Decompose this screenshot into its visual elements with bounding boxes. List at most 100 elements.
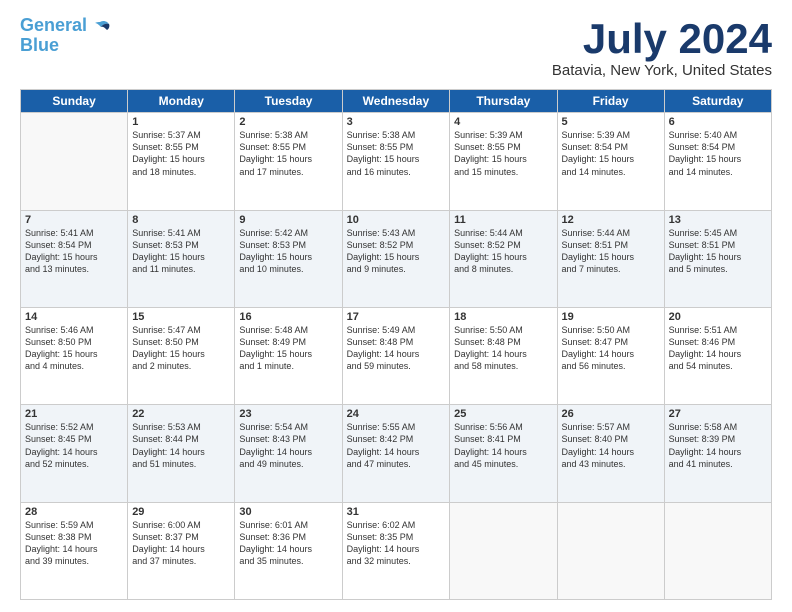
calendar-cell: 17Sunrise: 5:49 AM Sunset: 8:48 PM Dayli… bbox=[342, 307, 450, 404]
day-content: Sunrise: 5:42 AM Sunset: 8:53 PM Dayligh… bbox=[239, 227, 337, 276]
day-content: Sunrise: 5:41 AM Sunset: 8:53 PM Dayligh… bbox=[132, 227, 230, 276]
calendar-cell: 27Sunrise: 5:58 AM Sunset: 8:39 PM Dayli… bbox=[664, 405, 771, 502]
calendar-cell bbox=[450, 502, 557, 599]
day-content: Sunrise: 5:48 AM Sunset: 8:49 PM Dayligh… bbox=[239, 324, 337, 373]
day-content: Sunrise: 5:52 AM Sunset: 8:45 PM Dayligh… bbox=[25, 421, 123, 470]
calendar-cell: 28Sunrise: 5:59 AM Sunset: 8:38 PM Dayli… bbox=[21, 502, 128, 599]
col-header-monday: Monday bbox=[128, 90, 235, 113]
day-content: Sunrise: 5:40 AM Sunset: 8:54 PM Dayligh… bbox=[669, 129, 767, 178]
calendar-cell: 7Sunrise: 5:41 AM Sunset: 8:54 PM Daylig… bbox=[21, 210, 128, 307]
day-number: 8 bbox=[132, 214, 230, 226]
day-number: 13 bbox=[669, 214, 767, 226]
subtitle: Batavia, New York, United States bbox=[552, 62, 772, 79]
day-number: 4 bbox=[454, 116, 552, 128]
week-row-5: 28Sunrise: 5:59 AM Sunset: 8:38 PM Dayli… bbox=[21, 502, 772, 599]
day-content: Sunrise: 5:47 AM Sunset: 8:50 PM Dayligh… bbox=[132, 324, 230, 373]
col-header-tuesday: Tuesday bbox=[235, 90, 342, 113]
day-number: 24 bbox=[347, 408, 446, 420]
logo-line2: Blue bbox=[20, 35, 59, 55]
day-number: 2 bbox=[239, 116, 337, 128]
day-content: Sunrise: 5:56 AM Sunset: 8:41 PM Dayligh… bbox=[454, 421, 552, 470]
calendar-cell: 18Sunrise: 5:50 AM Sunset: 8:48 PM Dayli… bbox=[450, 307, 557, 404]
day-content: Sunrise: 5:59 AM Sunset: 8:38 PM Dayligh… bbox=[25, 519, 123, 568]
day-content: Sunrise: 5:39 AM Sunset: 8:54 PM Dayligh… bbox=[562, 129, 660, 178]
calendar-cell: 20Sunrise: 5:51 AM Sunset: 8:46 PM Dayli… bbox=[664, 307, 771, 404]
day-number: 27 bbox=[669, 408, 767, 420]
day-number: 22 bbox=[132, 408, 230, 420]
calendar-cell: 26Sunrise: 5:57 AM Sunset: 8:40 PM Dayli… bbox=[557, 405, 664, 502]
calendar-cell: 30Sunrise: 6:01 AM Sunset: 8:36 PM Dayli… bbox=[235, 502, 342, 599]
logo-line1: General bbox=[20, 15, 87, 35]
day-content: Sunrise: 5:54 AM Sunset: 8:43 PM Dayligh… bbox=[239, 421, 337, 470]
calendar-cell: 3Sunrise: 5:38 AM Sunset: 8:55 PM Daylig… bbox=[342, 113, 450, 210]
day-content: Sunrise: 5:41 AM Sunset: 8:54 PM Dayligh… bbox=[25, 227, 123, 276]
day-number: 10 bbox=[347, 214, 446, 226]
day-number: 21 bbox=[25, 408, 123, 420]
day-content: Sunrise: 5:50 AM Sunset: 8:48 PM Dayligh… bbox=[454, 324, 552, 373]
day-number: 28 bbox=[25, 506, 123, 518]
day-content: Sunrise: 5:53 AM Sunset: 8:44 PM Dayligh… bbox=[132, 421, 230, 470]
logo-text: General Blue bbox=[20, 16, 87, 56]
day-number: 20 bbox=[669, 311, 767, 323]
day-content: Sunrise: 5:44 AM Sunset: 8:51 PM Dayligh… bbox=[562, 227, 660, 276]
day-number: 9 bbox=[239, 214, 337, 226]
week-row-1: 1Sunrise: 5:37 AM Sunset: 8:55 PM Daylig… bbox=[21, 113, 772, 210]
calendar-cell: 6Sunrise: 5:40 AM Sunset: 8:54 PM Daylig… bbox=[664, 113, 771, 210]
day-number: 11 bbox=[454, 214, 552, 226]
calendar-cell: 10Sunrise: 5:43 AM Sunset: 8:52 PM Dayli… bbox=[342, 210, 450, 307]
day-content: Sunrise: 5:50 AM Sunset: 8:47 PM Dayligh… bbox=[562, 324, 660, 373]
logo: General Blue bbox=[20, 16, 111, 56]
day-number: 31 bbox=[347, 506, 446, 518]
day-content: Sunrise: 6:01 AM Sunset: 8:36 PM Dayligh… bbox=[239, 519, 337, 568]
calendar-table: SundayMondayTuesdayWednesdayThursdayFrid… bbox=[20, 89, 772, 600]
day-content: Sunrise: 5:51 AM Sunset: 8:46 PM Dayligh… bbox=[669, 324, 767, 373]
day-content: Sunrise: 5:37 AM Sunset: 8:55 PM Dayligh… bbox=[132, 129, 230, 178]
calendar-cell: 4Sunrise: 5:39 AM Sunset: 8:55 PM Daylig… bbox=[450, 113, 557, 210]
calendar-cell: 23Sunrise: 5:54 AM Sunset: 8:43 PM Dayli… bbox=[235, 405, 342, 502]
title-block: July 2024 Batavia, New York, United Stat… bbox=[552, 16, 772, 79]
day-number: 25 bbox=[454, 408, 552, 420]
day-content: Sunrise: 5:57 AM Sunset: 8:40 PM Dayligh… bbox=[562, 421, 660, 470]
calendar-cell: 13Sunrise: 5:45 AM Sunset: 8:51 PM Dayli… bbox=[664, 210, 771, 307]
calendar-cell: 14Sunrise: 5:46 AM Sunset: 8:50 PM Dayli… bbox=[21, 307, 128, 404]
day-content: Sunrise: 5:55 AM Sunset: 8:42 PM Dayligh… bbox=[347, 421, 446, 470]
day-number: 15 bbox=[132, 311, 230, 323]
main-title: July 2024 bbox=[552, 16, 772, 62]
day-number: 5 bbox=[562, 116, 660, 128]
calendar-page: General Blue July 2024 Batavia, New York… bbox=[0, 0, 792, 612]
day-content: Sunrise: 5:58 AM Sunset: 8:39 PM Dayligh… bbox=[669, 421, 767, 470]
calendar-cell bbox=[664, 502, 771, 599]
day-number: 17 bbox=[347, 311, 446, 323]
day-content: Sunrise: 5:38 AM Sunset: 8:55 PM Dayligh… bbox=[347, 129, 446, 178]
day-number: 3 bbox=[347, 116, 446, 128]
header: General Blue July 2024 Batavia, New York… bbox=[20, 16, 772, 79]
day-number: 29 bbox=[132, 506, 230, 518]
day-content: Sunrise: 5:43 AM Sunset: 8:52 PM Dayligh… bbox=[347, 227, 446, 276]
week-row-3: 14Sunrise: 5:46 AM Sunset: 8:50 PM Dayli… bbox=[21, 307, 772, 404]
calendar-cell: 15Sunrise: 5:47 AM Sunset: 8:50 PM Dayli… bbox=[128, 307, 235, 404]
week-row-4: 21Sunrise: 5:52 AM Sunset: 8:45 PM Dayli… bbox=[21, 405, 772, 502]
day-number: 23 bbox=[239, 408, 337, 420]
day-content: Sunrise: 5:39 AM Sunset: 8:55 PM Dayligh… bbox=[454, 129, 552, 178]
calendar-cell: 24Sunrise: 5:55 AM Sunset: 8:42 PM Dayli… bbox=[342, 405, 450, 502]
calendar-cell: 8Sunrise: 5:41 AM Sunset: 8:53 PM Daylig… bbox=[128, 210, 235, 307]
calendar-cell: 21Sunrise: 5:52 AM Sunset: 8:45 PM Dayli… bbox=[21, 405, 128, 502]
day-number: 30 bbox=[239, 506, 337, 518]
day-content: Sunrise: 6:00 AM Sunset: 8:37 PM Dayligh… bbox=[132, 519, 230, 568]
calendar-cell: 19Sunrise: 5:50 AM Sunset: 8:47 PM Dayli… bbox=[557, 307, 664, 404]
day-number: 16 bbox=[239, 311, 337, 323]
day-number: 19 bbox=[562, 311, 660, 323]
day-content: Sunrise: 5:44 AM Sunset: 8:52 PM Dayligh… bbox=[454, 227, 552, 276]
col-header-wednesday: Wednesday bbox=[342, 90, 450, 113]
calendar-header-row: SundayMondayTuesdayWednesdayThursdayFrid… bbox=[21, 90, 772, 113]
calendar-cell: 22Sunrise: 5:53 AM Sunset: 8:44 PM Dayli… bbox=[128, 405, 235, 502]
col-header-sunday: Sunday bbox=[21, 90, 128, 113]
day-content: Sunrise: 5:38 AM Sunset: 8:55 PM Dayligh… bbox=[239, 129, 337, 178]
calendar-cell: 11Sunrise: 5:44 AM Sunset: 8:52 PM Dayli… bbox=[450, 210, 557, 307]
day-content: Sunrise: 5:45 AM Sunset: 8:51 PM Dayligh… bbox=[669, 227, 767, 276]
day-content: Sunrise: 5:46 AM Sunset: 8:50 PM Dayligh… bbox=[25, 324, 123, 373]
day-number: 1 bbox=[132, 116, 230, 128]
calendar-cell bbox=[21, 113, 128, 210]
day-number: 26 bbox=[562, 408, 660, 420]
col-header-thursday: Thursday bbox=[450, 90, 557, 113]
